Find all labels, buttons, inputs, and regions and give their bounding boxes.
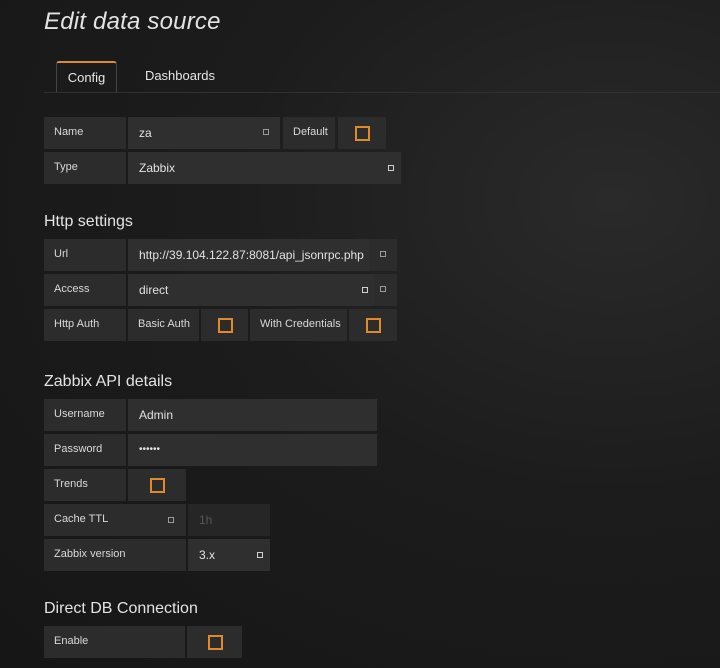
trends-label: Trends — [44, 469, 126, 501]
access-label: Access — [44, 274, 126, 306]
name-label: Name — [44, 117, 126, 149]
enable-label: Enable — [44, 626, 185, 658]
http-auth-label: Http Auth — [44, 309, 126, 341]
direct-db-heading: Direct DB Connection — [44, 600, 198, 617]
dropdown-icon[interactable] — [257, 552, 263, 558]
name-input[interactable]: za — [128, 117, 280, 149]
url-input[interactable]: http://39.104.122.87:8081/api_jsonrpc.ph… — [128, 239, 369, 271]
checkbox-icon[interactable] — [218, 318, 233, 333]
with-credentials-label: With Credentials — [250, 309, 347, 341]
access-select[interactable]: direct — [128, 274, 374, 306]
enable-checkbox-cell[interactable] — [187, 626, 242, 658]
info-icon[interactable] — [380, 251, 386, 257]
default-checkbox-cell[interactable] — [338, 117, 386, 149]
tab-config[interactable]: Config — [56, 61, 117, 93]
dropdown-icon[interactable] — [388, 165, 394, 171]
dropdown-icon[interactable] — [362, 287, 368, 293]
trends-checkbox-cell[interactable] — [128, 469, 186, 501]
basic-auth-checkbox-cell[interactable] — [201, 309, 248, 341]
info-icon[interactable] — [168, 517, 174, 523]
type-label: Type — [44, 152, 126, 184]
cache-ttl-label: Cache TTL — [44, 504, 186, 536]
checkbox-icon[interactable] — [208, 635, 223, 650]
url-label: Url — [44, 239, 126, 271]
zabbix-api-heading: Zabbix API details — [44, 373, 173, 390]
checkbox-icon[interactable] — [366, 318, 381, 333]
username-input[interactable]: Admin — [128, 399, 377, 431]
with-credentials-checkbox-cell[interactable] — [349, 309, 397, 341]
password-input[interactable]: •••••• — [128, 434, 377, 466]
username-label: Username — [44, 399, 126, 431]
type-select[interactable]: Zabbix — [128, 152, 401, 184]
checkbox-icon[interactable] — [150, 478, 165, 493]
password-label: Password — [44, 434, 126, 466]
basic-auth-label: Basic Auth — [128, 309, 199, 341]
cache-ttl-input[interactable]: 1h — [188, 504, 270, 536]
page-title: Edit data source — [44, 8, 221, 35]
tab-dashboards[interactable]: Dashboards — [140, 60, 220, 92]
default-label: Default — [283, 117, 335, 149]
checkbox-icon[interactable] — [355, 126, 370, 141]
info-icon[interactable] — [263, 129, 269, 135]
info-icon[interactable] — [380, 286, 386, 292]
http-settings-heading: Http settings — [44, 213, 133, 230]
tab-divider — [44, 92, 720, 93]
zabbix-version-label: Zabbix version — [44, 539, 186, 571]
